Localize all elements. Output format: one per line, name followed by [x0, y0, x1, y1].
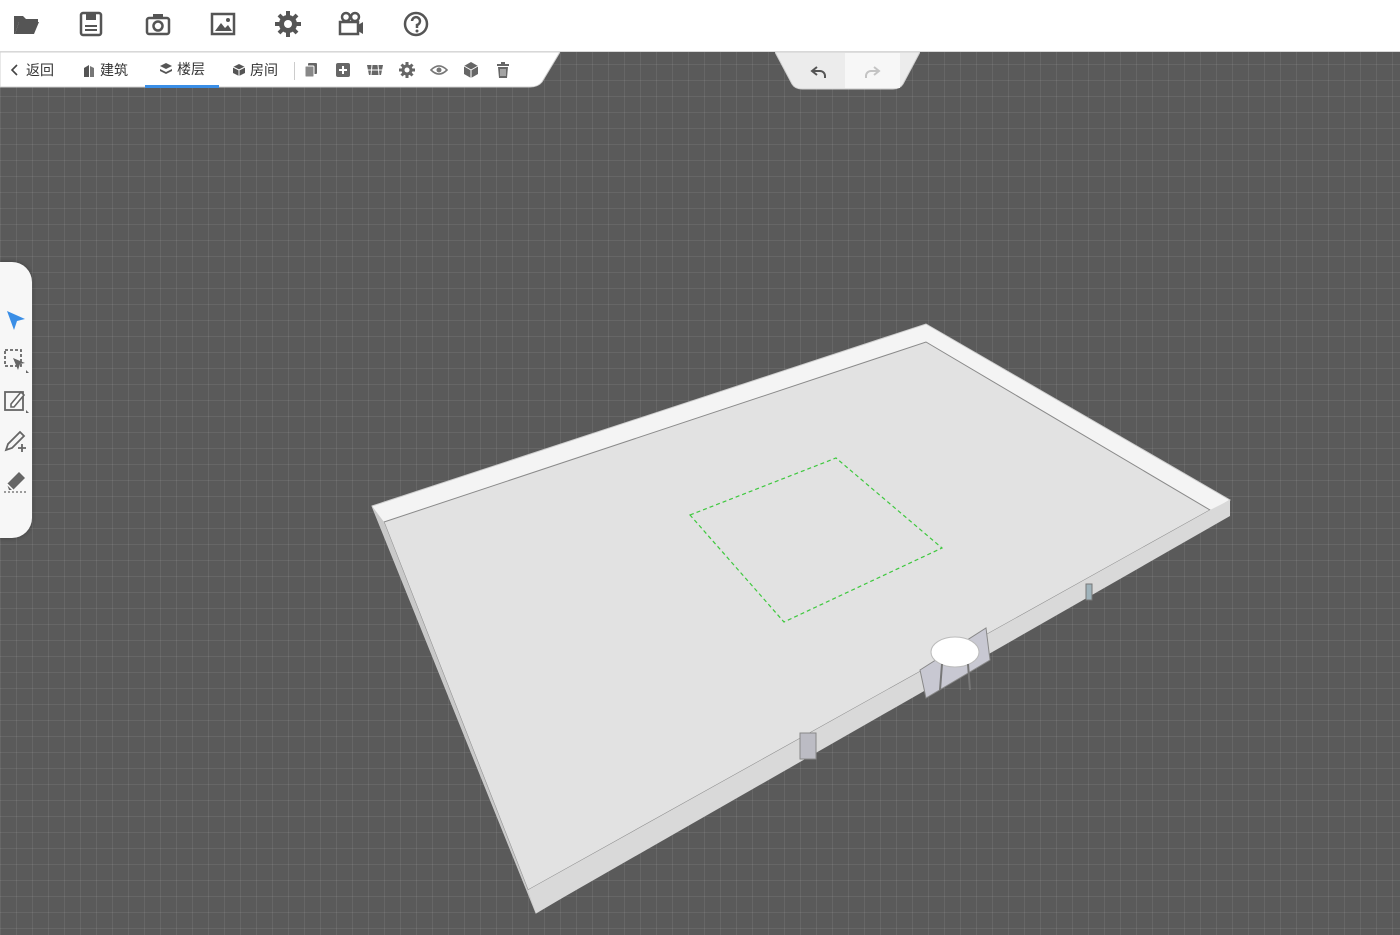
- copy-icon[interactable]: [301, 60, 321, 80]
- redo-button[interactable]: [852, 58, 892, 86]
- history-panel-background: [775, 52, 920, 90]
- window-object[interactable]: [1085, 583, 1093, 601]
- help-icon[interactable]: [398, 6, 434, 42]
- tab-building-label: 建筑: [100, 63, 128, 79]
- trash-icon[interactable]: [493, 60, 513, 80]
- layers-icon: [160, 62, 172, 74]
- camera-icon[interactable]: [140, 6, 176, 42]
- open-folder-icon[interactable]: [8, 6, 44, 42]
- floor-slab-icon[interactable]: [365, 60, 385, 80]
- edit-shape-icon[interactable]: [2, 387, 30, 415]
- video-camera-icon[interactable]: [333, 6, 369, 42]
- tab-floor-label: 楼层: [177, 61, 205, 78]
- pen-add-icon[interactable]: [2, 427, 30, 455]
- left-tool-panel: [0, 262, 32, 538]
- tab-room-label: 房间: [250, 63, 278, 79]
- chevron-left-icon: [10, 64, 18, 76]
- eye-icon[interactable]: [429, 60, 449, 80]
- tab-building[interactable]: 建筑: [82, 52, 128, 88]
- tab-floor[interactable]: 楼层: [145, 52, 219, 88]
- undo-icon: [810, 66, 826, 78]
- door-object[interactable]: [799, 732, 817, 760]
- gear-icon[interactable]: [397, 60, 417, 80]
- history-panel: [775, 52, 920, 90]
- select-arrow-icon[interactable]: [2, 307, 30, 335]
- main-toolbar: [0, 0, 1400, 52]
- tab-room[interactable]: 房间: [232, 52, 278, 88]
- eraser-icon[interactable]: [2, 467, 30, 495]
- redo-icon: [865, 66, 881, 78]
- cube-icon[interactable]: [461, 60, 481, 80]
- box-select-icon[interactable]: [2, 347, 30, 375]
- back-button[interactable]: 返回: [8, 52, 54, 88]
- save-icon[interactable]: [73, 6, 109, 42]
- room-cube-icon: [232, 64, 246, 76]
- subbar-divider: [294, 62, 295, 80]
- settings-icon[interactable]: [270, 6, 306, 42]
- building-icon: [84, 65, 94, 77]
- sub-toolbar: 返回 建筑 楼层 房间: [0, 52, 560, 88]
- undo-button[interactable]: [799, 58, 839, 86]
- floor-model[interactable]: [371, 323, 1231, 914]
- viewport-3d[interactable]: [0, 0, 1400, 935]
- back-label: 返回: [26, 63, 54, 79]
- add-icon[interactable]: [333, 60, 353, 80]
- image-icon[interactable]: [205, 6, 241, 42]
